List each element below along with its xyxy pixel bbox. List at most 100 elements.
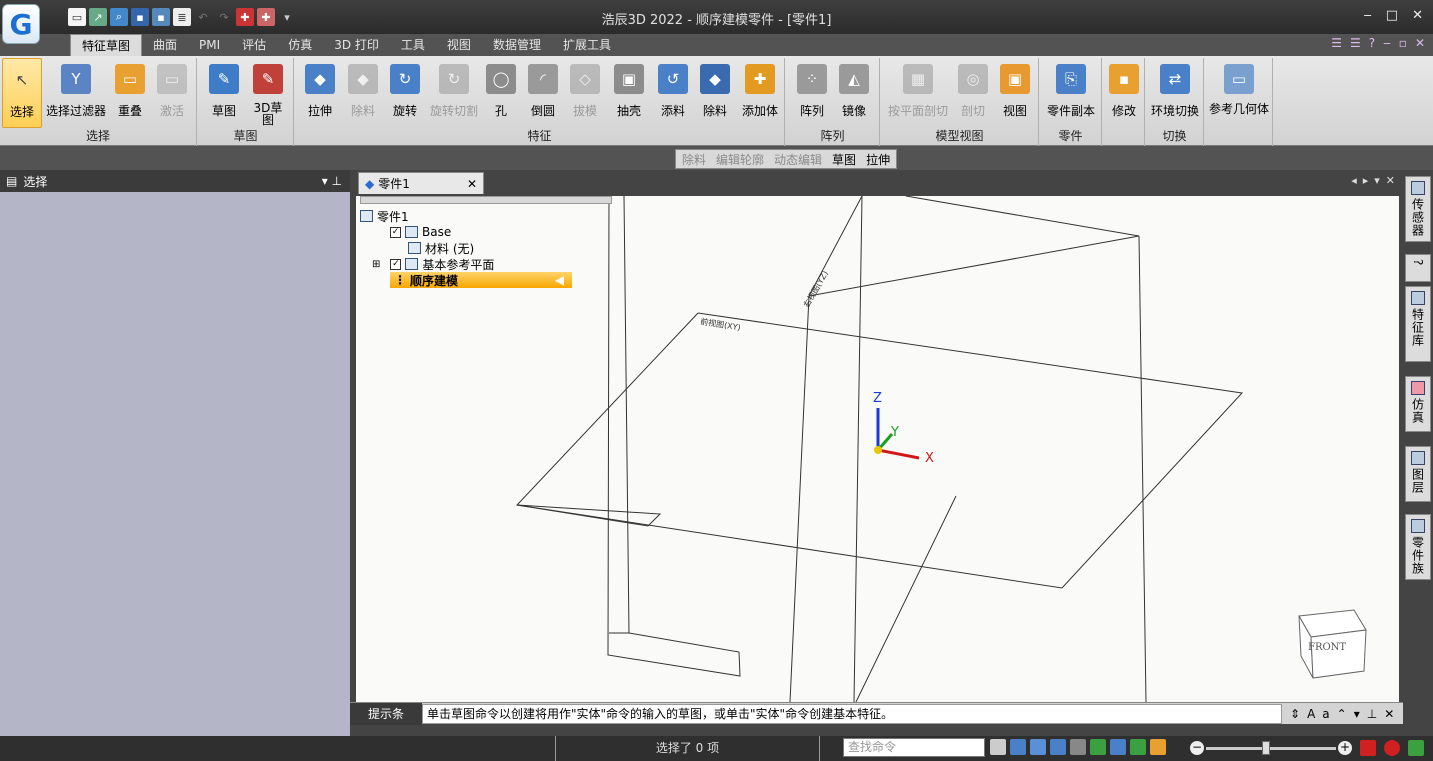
doc-restore-icon[interactable]: ▫ xyxy=(1399,36,1407,50)
cmd-cut[interactable]: 除料 xyxy=(682,151,706,168)
tree-row-root[interactable]: 零件1 xyxy=(360,208,612,224)
section-button[interactable]: ◎ 剖切 xyxy=(953,58,993,128)
doc-close-icon[interactable]: ✕ xyxy=(1415,36,1425,50)
app-logo-icon[interactable]: G xyxy=(2,4,40,44)
tab-feature-library[interactable]: 特征库 xyxy=(1405,286,1431,362)
round-button[interactable]: ◜ 倒圆 xyxy=(523,58,563,128)
font-smaller-icon[interactable]: a xyxy=(1322,707,1329,721)
close-doc-icon[interactable]: ✕ xyxy=(1386,174,1395,187)
doc-minimize-icon[interactable]: ‒ xyxy=(1383,36,1391,50)
select-button[interactable]: ↖ 选择 xyxy=(2,58,42,128)
tab-list-icon[interactable]: ▾ xyxy=(1374,174,1380,187)
tab-part-family[interactable]: 零件族 xyxy=(1405,514,1431,580)
revolve-cut-button[interactable]: ↻ 旋转切割 xyxy=(427,58,481,128)
3d-sketch-button[interactable]: ✎ 3D草图 xyxy=(248,58,288,128)
close-button[interactable]: ✕ xyxy=(1412,8,1423,23)
tree-scroll-handle[interactable] xyxy=(360,196,612,204)
pattern-button[interactable]: ⁘ 阵列 xyxy=(792,58,832,128)
shading-icon[interactable] xyxy=(1130,739,1146,755)
cmd-edit-profile[interactable]: 编辑轮廓 xyxy=(716,151,764,168)
find-command-input[interactable]: 查找命令 xyxy=(843,738,985,757)
tab-evaluate[interactable]: 评估 xyxy=(231,34,277,56)
cut-button[interactable]: ◆ 除料 xyxy=(343,58,383,128)
upload-icon[interactable] xyxy=(1408,740,1424,756)
zoom-in-icon[interactable]: + xyxy=(1338,741,1352,755)
help-icon[interactable]: ? xyxy=(1369,36,1375,50)
ref-planes-checkbox[interactable]: ✓ xyxy=(390,258,402,270)
plane-section-button[interactable]: ▦ 按平面剖切 xyxy=(885,58,951,128)
prompt-close-icon[interactable]: ✕ xyxy=(1384,707,1394,721)
cmd-extrude[interactable]: 拉伸 xyxy=(866,151,890,168)
remove-material-button[interactable]: ◆ 除料 xyxy=(695,58,735,128)
view-cube[interactable]: FRONT xyxy=(1298,609,1367,679)
environment-switch-button[interactable]: ⇄ 环境切换 xyxy=(1148,58,1202,128)
reference-geometry-button[interactable]: ▭ 参考几何体 xyxy=(1207,58,1271,128)
draft-button[interactable]: ◇ 拔模 xyxy=(565,58,605,128)
select-filter-button[interactable]: Y 选择过滤器 xyxy=(44,58,108,128)
tab-simulation-dock[interactable]: 仿真 xyxy=(1405,376,1431,432)
record-icon[interactable] xyxy=(1384,740,1400,756)
tab-view[interactable]: 视图 xyxy=(436,34,482,56)
hole-button[interactable]: ◯ 孔 xyxy=(483,58,519,128)
scroll-spinner-icon[interactable]: ⇕ xyxy=(1290,707,1300,721)
activate-button[interactable]: ▭ 激活 xyxy=(152,58,192,128)
base-checkbox[interactable]: ✓ xyxy=(390,226,401,238)
tab-pmi[interactable]: PMI xyxy=(188,34,231,56)
tree-row-ref-planes[interactable]: ⊞ ✓ 基本参考平面 xyxy=(360,256,612,272)
cmd-dynamic-edit[interactable]: 动态编辑 xyxy=(774,151,822,168)
scroll-left-icon[interactable]: ◂ xyxy=(1351,174,1357,187)
add-material-button[interactable]: ↺ 添料 xyxy=(653,58,693,128)
expand-icon[interactable]: ⊞ xyxy=(372,259,380,270)
minimize-button[interactable]: ‒ xyxy=(1364,8,1372,23)
pin-icon[interactable]: ▾ ⊥ xyxy=(322,174,342,188)
fit-view-icon[interactable] xyxy=(1010,739,1026,755)
collapse-icon[interactable]: ⌃ xyxy=(1337,707,1347,721)
dropdown-icon[interactable]: ▾ xyxy=(1354,707,1360,721)
view-button[interactable]: ▣ 视图 xyxy=(995,58,1035,128)
overlap-button[interactable]: ▭ 重叠 xyxy=(110,58,150,128)
layout-icon[interactable]: ☰ xyxy=(1331,36,1342,50)
font-larger-icon[interactable]: A xyxy=(1307,707,1315,721)
tab-surface[interactable]: 曲面 xyxy=(142,34,188,56)
layout2-icon[interactable]: ☰ xyxy=(1350,36,1361,50)
sketch-button[interactable]: ✎ 草图 xyxy=(204,58,244,128)
tab-help[interactable]: ? xyxy=(1405,254,1431,282)
scroll-right-icon[interactable]: ▸ xyxy=(1363,174,1369,187)
video-icon[interactable] xyxy=(1360,740,1376,756)
prompt-pin-icon[interactable]: ⊥ xyxy=(1367,707,1377,721)
cmd-sketch[interactable]: 草图 xyxy=(832,151,856,168)
run-command-icon[interactable] xyxy=(990,739,1006,755)
zoom-icon[interactable] xyxy=(1050,739,1066,755)
tab-feature-sketch[interactable]: 特征草图 xyxy=(70,34,143,56)
tab-tools[interactable]: 工具 xyxy=(390,34,436,56)
part-copy-button[interactable]: ⎘ 零件副本 xyxy=(1044,58,1098,128)
modify-button[interactable]: ▪ 修改 xyxy=(1105,58,1143,128)
shell-button[interactable]: ▣ 抽壳 xyxy=(609,58,649,128)
restore-button[interactable]: □ xyxy=(1386,8,1398,23)
tree-row-material[interactable]: 材料 (无) xyxy=(360,240,612,256)
tab-extension-tools[interactable]: 扩展工具 xyxy=(552,34,622,56)
tab-3d-print[interactable]: 3D 打印 xyxy=(323,34,390,56)
tree-row-base[interactable]: ✓ Base xyxy=(360,224,612,240)
rollback-arrow-icon[interactable]: ◀ xyxy=(555,273,564,287)
rotate-icon[interactable] xyxy=(1090,739,1106,755)
revolve-button[interactable]: ↻ 旋转 xyxy=(385,58,425,128)
tab-simulation[interactable]: 仿真 xyxy=(277,34,323,56)
tab-layers[interactable]: 图层 xyxy=(1405,446,1431,502)
view-orient-icon[interactable] xyxy=(1110,739,1126,755)
zoom-out-icon[interactable]: − xyxy=(1190,741,1204,755)
pan-icon[interactable] xyxy=(1070,739,1086,755)
tree-row-sequential[interactable]: ⋮ 顺序建模 ◀ xyxy=(390,272,572,288)
zoom-slider-knob[interactable] xyxy=(1262,740,1270,755)
mirror-button[interactable]: ◭ 镜像 xyxy=(834,58,874,128)
add-body-button[interactable]: ✚ 添加体 xyxy=(737,58,783,128)
graphics-window[interactable]: 前视图(XY) 右视图(YZ) Z X Y FRONT 零件1 ✓ Base 材… xyxy=(356,196,1399,702)
extrude-button[interactable]: ◆ 拉伸 xyxy=(299,58,341,128)
tab-data-management[interactable]: 数据管理 xyxy=(482,34,552,56)
document-tab[interactable]: ◆ 零件1 ✕ xyxy=(358,172,484,194)
close-tab-icon[interactable]: ✕ xyxy=(467,177,477,191)
zoom-slider[interactable]: − + xyxy=(1190,740,1424,756)
zoom-area-icon[interactable] xyxy=(1030,739,1046,755)
tab-sensors[interactable]: 传感器 xyxy=(1405,176,1431,242)
display-icon[interactable] xyxy=(1150,739,1166,755)
